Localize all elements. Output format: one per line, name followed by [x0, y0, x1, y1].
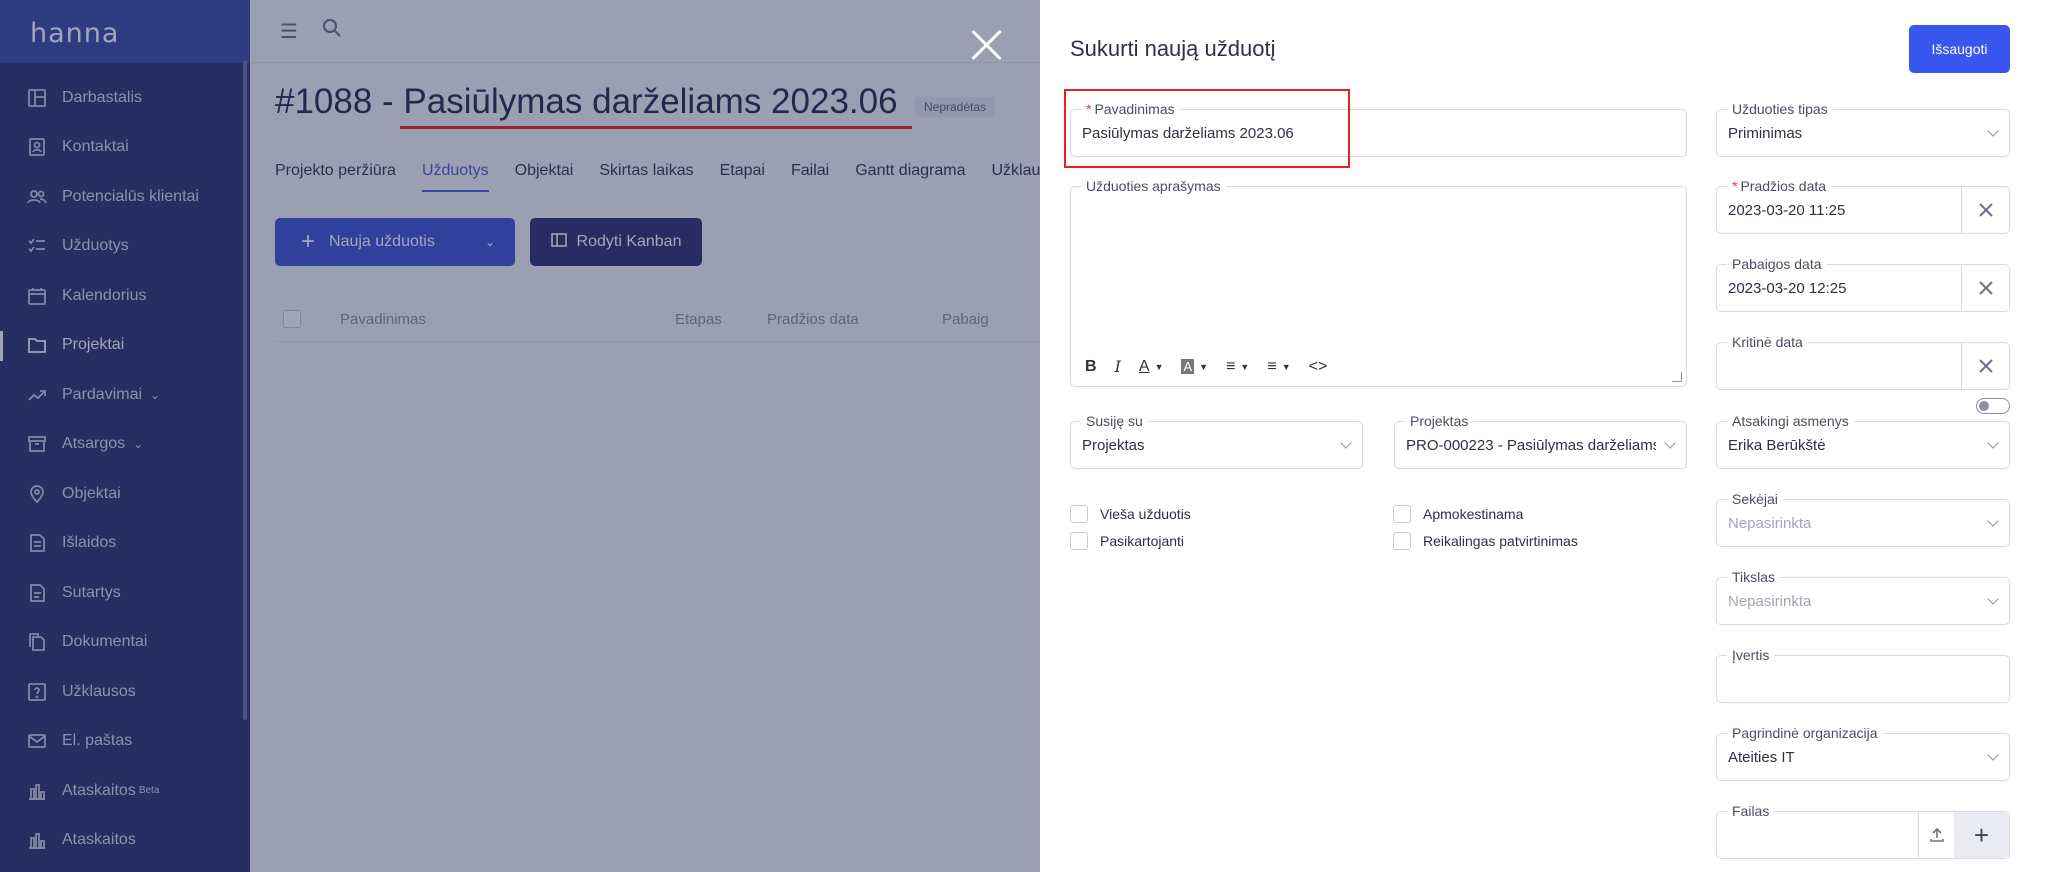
project-select[interactable]: Projektas PRO-000223 - Pasiūlymas daržel…: [1394, 413, 1687, 469]
goal-placeholder: Nepasirinkta: [1728, 593, 1812, 610]
followers-select[interactable]: Sekėjai Nepasirinkta: [1716, 491, 2010, 547]
task-type-select[interactable]: Užduoties tipas Priminimas: [1716, 101, 2010, 157]
chevron-down-icon: [1340, 437, 1352, 449]
checkbox-label: Pasikartojanti: [1100, 533, 1185, 549]
goal-select[interactable]: Tikslas Nepasirinkta: [1716, 569, 2010, 625]
checkbox[interactable]: [1070, 532, 1088, 550]
end-date-value: 2023-03-20 12:25: [1728, 280, 1847, 297]
task-type-value: Priminimas: [1728, 125, 1803, 142]
repeating-task-checkbox[interactable]: Pasikartojanti: [1070, 532, 1184, 550]
checkbox[interactable]: [1393, 505, 1411, 523]
bold-icon[interactable]: B: [1085, 358, 1097, 376]
italic-icon[interactable]: I: [1115, 357, 1121, 376]
task-type-label: Užduoties tipas: [1727, 101, 1833, 117]
organization-select[interactable]: Pagrindinė organizacija Ateities IT: [1716, 725, 2010, 781]
goal-label: Tikslas: [1727, 569, 1781, 585]
file-label: Failas: [1727, 803, 1775, 819]
chevron-down-icon: [1664, 437, 1676, 449]
organization-value: Ateities IT: [1728, 749, 1795, 766]
create-task-drawer: Sukurti naują užduotį Išsaugoti * Pavadin…: [1040, 0, 2048, 872]
checkbox-label: Vieša užduotis: [1100, 506, 1191, 522]
clear-icon[interactable]: [1961, 187, 2009, 233]
start-date-label: * Pradžios data: [1727, 178, 1832, 194]
approval-required-checkbox[interactable]: Reikalingas patvirtinimas: [1393, 532, 1578, 550]
followers-label: Sekėjai: [1727, 491, 1783, 507]
start-date-value: 2023-03-20 11:25: [1728, 202, 1846, 219]
estimate-label: Įvertis: [1727, 647, 1775, 663]
assignees-value: Erika Berūkštė: [1728, 437, 1826, 454]
bullet-list-icon[interactable]: ≡ ▼: [1226, 358, 1249, 376]
clear-icon[interactable]: [1961, 343, 2009, 389]
end-date-label: Pabaigos data: [1727, 256, 1827, 272]
task-description-label: Užduoties aprašymas: [1081, 178, 1226, 194]
related-to-select[interactable]: Susiję su Projektas: [1070, 413, 1363, 469]
start-date-field[interactable]: * Pradžios data 2023-03-20 11:25: [1716, 178, 2010, 234]
checkbox-label: Apmokestinama: [1423, 506, 1524, 522]
assignees-select[interactable]: Atsakingi asmenys Erika Berūkštė: [1716, 413, 2010, 469]
organization-label: Pagrindinė organizacija: [1727, 725, 1883, 741]
upload-icon[interactable]: [1918, 812, 1954, 858]
assignees-label: Atsakingi asmenys: [1727, 413, 1854, 429]
checkbox[interactable]: [1393, 532, 1411, 550]
save-button[interactable]: Išsaugoti: [1909, 25, 2010, 73]
chevron-down-icon: [1987, 437, 1999, 449]
font-color-icon[interactable]: A ▼: [1139, 358, 1164, 376]
billable-checkbox[interactable]: Apmokestinama: [1393, 505, 1523, 523]
code-view-icon[interactable]: <>: [1309, 358, 1328, 376]
related-to-value: Projektas: [1082, 437, 1145, 454]
resize-handle[interactable]: [1672, 372, 1682, 382]
chevron-down-icon: [1987, 515, 1999, 527]
chevron-down-icon: [1987, 749, 1999, 761]
checkbox-label: Reikalingas patvirtinimas: [1423, 533, 1578, 549]
task-description-editor[interactable]: Užduoties aprašymas B I A ▼ A ▼ ≡ ▼ ≡ ▼ <>: [1070, 178, 1687, 387]
estimate-field[interactable]: Įvertis: [1716, 647, 2010, 703]
end-date-field[interactable]: Pabaigos data 2023-03-20 12:25: [1716, 256, 2010, 312]
drawer-title: Sukurti naują užduotį: [1070, 36, 1276, 61]
public-task-checkbox[interactable]: Vieša užduotis: [1070, 505, 1191, 523]
related-to-label: Susiję su: [1081, 413, 1148, 429]
critical-date-field[interactable]: Kritinė data: [1716, 334, 2010, 390]
add-file-button[interactable]: +: [1954, 812, 2009, 858]
close-icon[interactable]: [970, 28, 1004, 62]
numbered-list-icon[interactable]: ≡ ▼: [1267, 358, 1290, 376]
chevron-down-icon: [1987, 593, 1999, 605]
editor-toolbar: B I A ▼ A ▼ ≡ ▼ ≡ ▼ <>: [1085, 357, 1327, 376]
highlight-color-icon[interactable]: A ▼: [1181, 359, 1208, 374]
clear-icon[interactable]: [1961, 265, 2009, 311]
file-field[interactable]: Failas +: [1716, 803, 2010, 859]
annotation-highlight-box: [1064, 89, 1350, 168]
followers-placeholder: Nepasirinkta: [1728, 515, 1812, 532]
toggle-switch[interactable]: [1976, 398, 2010, 414]
project-label: Projektas: [1405, 413, 1474, 429]
chevron-down-icon: [1987, 125, 1999, 137]
critical-date-label: Kritinė data: [1727, 334, 1808, 350]
checkbox[interactable]: [1070, 505, 1088, 523]
modal-backdrop[interactable]: [0, 0, 1040, 872]
project-value: PRO-000223 - Pasiūlymas darželiams 2023.…: [1406, 437, 1656, 454]
